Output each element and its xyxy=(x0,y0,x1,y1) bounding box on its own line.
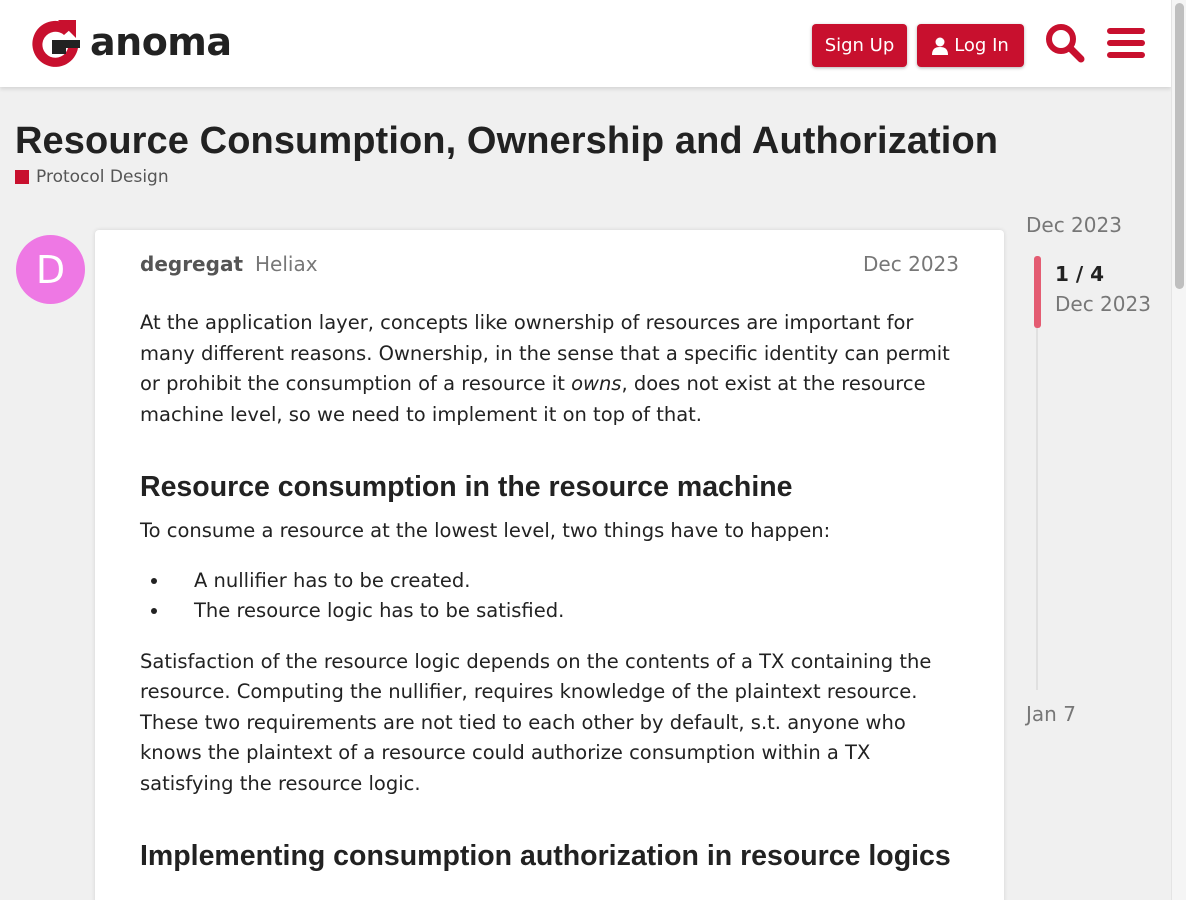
list-item: A nullifier has to be created. xyxy=(170,566,970,597)
timeline-position-date: Dec 2023 xyxy=(1055,292,1151,316)
post-body: degregat Heliax Dec 2023 At the applicat… xyxy=(95,230,1004,900)
category-color-square xyxy=(15,170,29,184)
post-author-meta: degregat Heliax xyxy=(140,252,318,276)
emphasis-owns: owns xyxy=(571,372,622,395)
page-scrollbar[interactable] xyxy=(1171,0,1186,900)
search-button[interactable] xyxy=(1043,20,1087,66)
search-icon xyxy=(1046,24,1085,63)
log-in-button[interactable]: Log In xyxy=(917,24,1024,67)
site-header: anoma Sign Up Log In xyxy=(0,0,1171,87)
anoma-logo-mark-icon xyxy=(30,18,82,70)
log-in-label: Log In xyxy=(954,35,1009,56)
timeline-position: 1 / 4 xyxy=(1055,262,1105,286)
anoma-logo[interactable]: anoma xyxy=(30,18,232,70)
paragraph: At the application layer, concepts like … xyxy=(140,311,950,426)
topic-title[interactable]: Resource Consumption, Ownership and Auth… xyxy=(15,120,998,163)
list-item: The resource logic has to be satisfied. xyxy=(170,596,970,627)
logo-wordmark: anoma xyxy=(90,20,232,64)
section-heading[interactable]: Implementing consumption authorization i… xyxy=(140,839,970,873)
timeline-end-date[interactable]: Jan 7 xyxy=(1026,702,1076,726)
username[interactable]: degregat xyxy=(140,252,243,276)
scrollbar-thumb[interactable] xyxy=(1175,3,1184,289)
user-icon xyxy=(932,37,949,55)
hamburger-menu-button[interactable] xyxy=(1104,20,1148,66)
paragraph: Satisfaction of the resource logic depen… xyxy=(140,649,932,795)
section-heading[interactable]: Resource consumption in the resource mac… xyxy=(140,470,970,504)
sign-up-button[interactable]: Sign Up xyxy=(812,24,907,67)
category-badge[interactable]: Protocol Design xyxy=(15,167,169,187)
paragraph: To consume a resource at the lowest leve… xyxy=(140,519,831,542)
hamburger-menu-icon xyxy=(1107,28,1145,58)
user-title: Heliax xyxy=(255,252,318,276)
post-content: At the application layer, concepts like … xyxy=(140,308,970,885)
timeline-scroller-handle[interactable] xyxy=(1034,256,1041,328)
avatar[interactable]: D xyxy=(16,235,85,304)
timeline-start-date[interactable]: Dec 2023 xyxy=(1026,213,1122,237)
bullet-list: A nullifier has to be created. The resou… xyxy=(170,566,970,627)
category-label: Protocol Design xyxy=(36,167,169,187)
post-date[interactable]: Dec 2023 xyxy=(863,252,959,276)
